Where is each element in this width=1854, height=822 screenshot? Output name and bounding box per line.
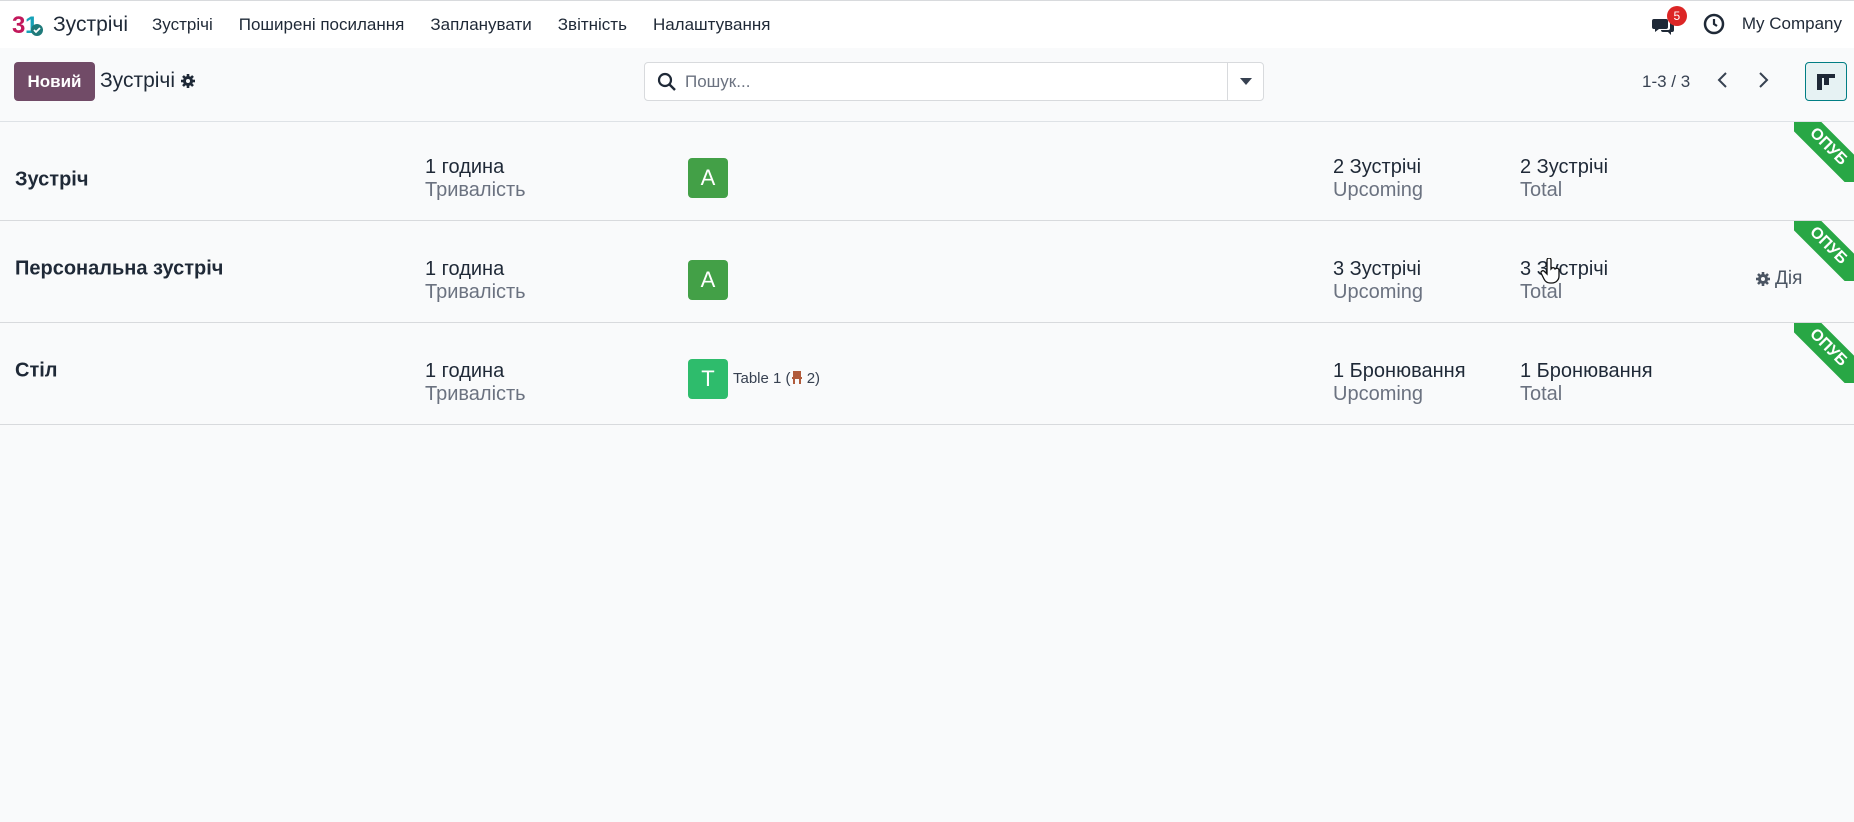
gear-icon xyxy=(1756,272,1770,286)
page-title: Зустрічі xyxy=(100,69,176,92)
chevron-left-icon[interactable] xyxy=(1713,70,1733,90)
messages-count-badge: 5 xyxy=(1666,6,1687,26)
avatar[interactable]: T xyxy=(688,359,728,399)
duration-stat: 1 година Тривалість xyxy=(425,360,526,405)
menu-item-schedule[interactable]: Запланувати xyxy=(430,15,531,35)
chevron-right-icon[interactable] xyxy=(1753,70,1773,90)
chair-icon xyxy=(791,371,802,384)
gear-icon[interactable] xyxy=(180,73,196,89)
new-button[interactable]: Новий xyxy=(14,62,95,101)
menu-item-shared-links[interactable]: Поширені посилання xyxy=(239,15,405,35)
search-bar xyxy=(644,62,1264,101)
search-icon xyxy=(657,72,676,91)
list-item[interactable]: Стіл 1 година Тривалість T Table 1 ( 2) … xyxy=(0,323,1854,425)
resource-label: Table 1 ( 2) xyxy=(733,370,821,387)
main-menu: Зустрічі Поширені посилання Запланувати … xyxy=(152,15,796,35)
app-name[interactable]: Зустрічі xyxy=(53,13,128,37)
avatar[interactable]: A xyxy=(688,260,728,300)
clock-icon[interactable] xyxy=(1702,12,1726,36)
svg-text:3: 3 xyxy=(12,12,25,37)
published-ribbon: ОПУБ xyxy=(1794,122,1854,182)
published-ribbon: ОПУБ xyxy=(1794,221,1854,281)
caret-down-icon xyxy=(1240,78,1252,85)
upcoming-stat[interactable]: 2 Зустрічі Upcoming xyxy=(1333,156,1423,202)
upcoming-stat[interactable]: 1 Бронювання Upcoming xyxy=(1333,360,1466,406)
appointment-title[interactable]: Зустріч xyxy=(15,169,88,192)
duration-stat: 1 година Тривалість xyxy=(425,156,526,201)
total-stat[interactable]: 3 Зустрічі Total xyxy=(1520,258,1608,304)
top-navbar: 3 1 Зустрічі Зустрічі Поширені посилання… xyxy=(0,0,1854,48)
appointment-title[interactable]: Стіл xyxy=(15,360,58,383)
pager-value[interactable]: 1-3 / 3 xyxy=(1642,72,1690,92)
appointment-type-list: Зустріч 1 година Тривалість A 2 Зустрічі… xyxy=(0,122,1854,425)
avatar[interactable]: A xyxy=(688,158,728,198)
published-ribbon: ОПУБ xyxy=(1794,323,1854,383)
kanban-icon xyxy=(1817,74,1835,90)
total-stat[interactable]: 2 Зустрічі Total xyxy=(1520,156,1608,202)
menu-item-settings[interactable]: Налаштування xyxy=(653,15,771,35)
duration-stat: 1 година Тривалість xyxy=(425,258,526,303)
menu-item-reporting[interactable]: Звітність xyxy=(558,15,627,35)
list-item[interactable]: Зустріч 1 година Тривалість A 2 Зустрічі… xyxy=(0,122,1854,221)
search-input[interactable] xyxy=(685,67,1205,97)
breadcrumb: Зустрічі xyxy=(100,69,196,93)
control-panel: Новий Зустрічі 1-3 / 3 xyxy=(0,48,1854,122)
total-stat[interactable]: 1 Бронювання Total xyxy=(1520,360,1653,406)
company-switcher[interactable]: My Company xyxy=(1742,14,1842,34)
search-options-toggle[interactable] xyxy=(1227,63,1263,100)
navbar-systray: 5 My Company xyxy=(1651,6,1842,37)
list-item[interactable]: Персональна зустріч 1 година Тривалість … xyxy=(0,221,1854,323)
kanban-view-button[interactable] xyxy=(1805,62,1847,101)
calendar-app-icon[interactable]: 3 1 xyxy=(12,11,44,37)
messages-button[interactable]: 5 xyxy=(1651,6,1687,37)
upcoming-stat[interactable]: 3 Зустрічі Upcoming xyxy=(1333,258,1423,304)
menu-item-meetings[interactable]: Зустрічі xyxy=(152,15,213,35)
appointment-title[interactable]: Персональна зустріч xyxy=(15,258,223,281)
